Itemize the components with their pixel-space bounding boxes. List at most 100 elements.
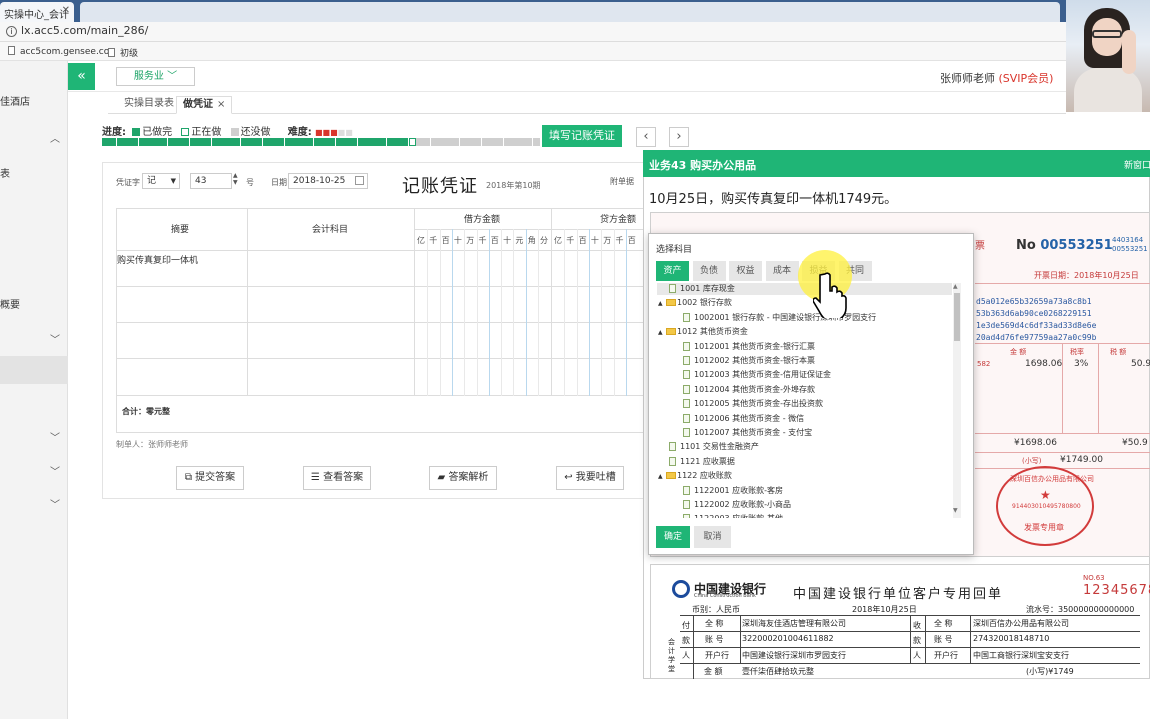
progress-segment[interactable] (269, 138, 277, 146)
feedback-button[interactable]: ↩ 我要吐槽 (556, 466, 624, 490)
progress-segment[interactable] (153, 138, 161, 146)
progress-segment[interactable] (437, 138, 445, 146)
cancel-button[interactable]: 取消 (694, 526, 731, 548)
progress-segment[interactable] (503, 138, 511, 146)
progress-segment[interactable] (145, 138, 153, 146)
progress-segment[interactable] (182, 138, 190, 146)
tree-node[interactable]: 1122002 应收账款-小商品 (683, 499, 791, 510)
new-window-link[interactable]: 新窗口 (1124, 158, 1150, 171)
progress-segment[interactable] (525, 138, 533, 146)
progress-segment[interactable] (240, 138, 248, 146)
sidebar-item-table[interactable]: 表 (0, 165, 10, 180)
expand-toggle-icon[interactable]: ▲ (658, 473, 666, 480)
tree-node[interactable]: 1122001 应收账款-客房 (683, 485, 783, 496)
service-dropdown[interactable]: 服务业 ﹀ (116, 67, 195, 86)
progress-segment[interactable] (350, 138, 358, 146)
progress-segment[interactable] (175, 138, 182, 146)
tree-node[interactable]: 1122003 应收账款-其他 (683, 513, 783, 518)
tab-make-voucher[interactable]: 做凭证 × (176, 96, 233, 114)
progress-segment[interactable] (321, 138, 328, 146)
bookmark-gensee[interactable]: acc5com.gensee.co (8, 46, 109, 57)
voucher-row-summary[interactable]: 购买传真复印一体机 (117, 253, 198, 266)
sidebar-item-active[interactable] (0, 356, 68, 384)
progress-segment[interactable] (248, 138, 255, 146)
tree-node[interactable]: ▲ 1122 应收账款 (658, 470, 732, 481)
progress-segment[interactable] (445, 138, 453, 146)
progress-segment[interactable] (116, 138, 124, 146)
progress-segment[interactable] (364, 138, 372, 146)
close-tab-icon[interactable]: ✕ (62, 5, 70, 16)
progress-segment[interactable] (299, 138, 307, 146)
progress-segment[interactable] (488, 138, 496, 146)
progress-segment[interactable] (401, 138, 409, 146)
progress-segment[interactable] (313, 138, 321, 146)
progress-segment[interactable] (496, 138, 504, 146)
tab-equity[interactable]: 权益 (729, 261, 762, 281)
tab-asset[interactable]: 资产 (656, 261, 689, 281)
collapse-sidebar-button[interactable]: « (68, 63, 95, 90)
progress-segment[interactable] (160, 138, 168, 146)
tab-liability[interactable]: 负债 (692, 261, 726, 281)
tab-directory[interactable]: 实操目录表 (118, 96, 180, 114)
progress-segment[interactable] (109, 138, 117, 146)
calendar-icon[interactable] (355, 176, 364, 185)
progress-segment[interactable] (386, 138, 394, 146)
progress-segment[interactable] (204, 138, 212, 146)
tree-node[interactable]: ▲ 1002 银行存款 (658, 297, 732, 308)
voucher-type-select[interactable]: 记 ▼ (142, 173, 180, 189)
answer-analysis-button[interactable]: ▰ 答案解析 (429, 466, 497, 490)
progress-bar[interactable] (102, 138, 542, 147)
progress-segment[interactable] (189, 138, 197, 146)
next-button[interactable]: › (669, 127, 689, 147)
browser-tab[interactable]: 实操中心_会计 ✕ (0, 2, 74, 22)
bookmark-chuji[interactable]: 初级 (108, 46, 138, 59)
chevron-down-icon[interactable]: ﹀ (50, 463, 60, 478)
progress-segment[interactable] (196, 138, 204, 146)
progress-segment[interactable] (131, 138, 139, 146)
progress-segment[interactable] (284, 138, 292, 146)
voucher-number-input[interactable]: 43 (190, 173, 232, 189)
tree-node[interactable]: 1002001 银行存款 - 中国建设银行深圳市罗园支行 (683, 312, 876, 323)
progress-segment[interactable] (394, 138, 401, 146)
progress-segment[interactable] (262, 138, 270, 146)
tree-node[interactable]: 1012003 其他货币资金-信用证保证金 (683, 369, 831, 380)
progress-segment[interactable] (415, 138, 423, 146)
progress-segment[interactable] (218, 138, 226, 146)
progress-segment[interactable] (452, 138, 460, 146)
progress-segment[interactable] (459, 138, 467, 146)
progress-segment[interactable] (123, 138, 131, 146)
progress-segment[interactable] (518, 138, 526, 146)
tree-node[interactable]: 1012001 其他货币资金-银行汇票 (683, 341, 815, 352)
chevron-up-icon[interactable]: ︿ (50, 130, 60, 145)
date-input[interactable]: 2018-10-25 (288, 173, 368, 189)
progress-segment[interactable] (342, 138, 350, 146)
progress-segment[interactable] (532, 138, 540, 146)
progress-segment[interactable] (423, 138, 431, 146)
tree-node[interactable]: 1101 交易性金融资产 (669, 441, 759, 452)
progress-segment[interactable] (233, 138, 241, 146)
progress-segment[interactable] (408, 138, 416, 146)
sidebar-item-hotel[interactable]: 佳酒店 (0, 93, 30, 108)
progress-segment[interactable] (306, 138, 314, 146)
tree-node[interactable]: 1012004 其他货币资金-外埠存款 (683, 384, 815, 395)
progress-segment[interactable] (372, 138, 380, 146)
progress-segment[interactable] (328, 138, 336, 146)
tree-node[interactable]: 1012002 其他货币资金-银行本票 (683, 355, 815, 366)
stepper-icon[interactable]: ▲ ▼ (233, 172, 238, 186)
browser-tab-inactive[interactable] (80, 2, 1060, 22)
chevron-down-icon[interactable]: ﹀ (50, 429, 60, 444)
progress-segment[interactable] (510, 138, 518, 146)
progress-segment[interactable] (474, 138, 482, 146)
prev-button[interactable]: ‹ (636, 127, 656, 147)
info-icon[interactable]: i (6, 26, 17, 37)
tree-node[interactable]: 1012005 其他货币资金-存出投资款 (683, 398, 823, 409)
progress-segment[interactable] (167, 138, 175, 146)
sidebar-item-summary[interactable]: 概要 (0, 296, 20, 311)
scrollbar-thumb[interactable] (954, 293, 960, 341)
progress-segment[interactable] (379, 138, 387, 146)
tree-node[interactable]: 1012006 其他货币资金 - 微信 (683, 413, 804, 424)
tree-node[interactable]: 1001 库存现金 (669, 283, 735, 294)
scroll-up-icon[interactable]: ▲ (953, 283, 958, 290)
confirm-button[interactable]: 确定 (656, 526, 690, 548)
progress-segment[interactable] (255, 138, 263, 146)
